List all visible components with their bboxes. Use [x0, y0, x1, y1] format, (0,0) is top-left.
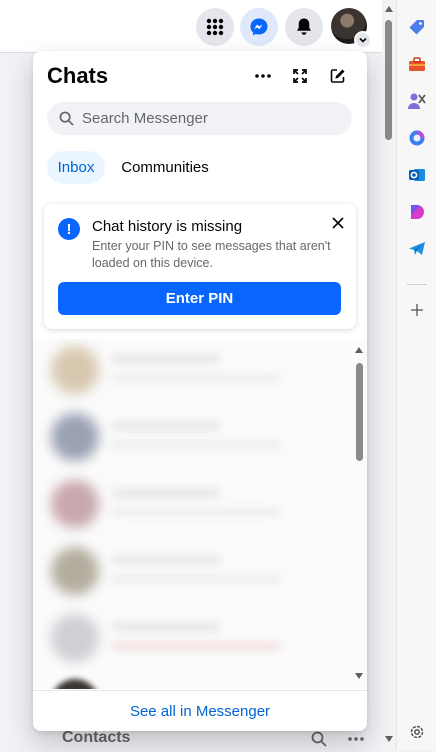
chat-preview-blurred	[111, 508, 281, 516]
people-icon	[408, 93, 426, 109]
tag-icon	[409, 20, 424, 35]
chat-name-blurred	[111, 622, 221, 632]
copilot-button[interactable]	[407, 128, 427, 148]
avatar	[51, 480, 99, 528]
browser-sidebar	[396, 0, 436, 750]
people-button[interactable]	[407, 91, 427, 111]
scroll-down-arrow-icon[interactable]	[385, 736, 393, 742]
list-item[interactable]	[51, 610, 351, 666]
send-button[interactable]	[407, 239, 427, 259]
messenger-search-box[interactable]	[47, 102, 352, 135]
drop-button[interactable]	[407, 202, 427, 222]
search-icon	[311, 731, 327, 747]
chat-name-blurred	[111, 354, 221, 364]
shopping-tag-button[interactable]	[407, 17, 427, 37]
avatar	[51, 614, 99, 662]
search-messenger-input[interactable]	[80, 109, 344, 128]
add-sidebar-app-button[interactable]	[407, 300, 427, 320]
plus-icon	[411, 304, 423, 316]
copilot-icon	[409, 130, 425, 146]
contacts-options-button[interactable]	[345, 731, 367, 747]
panel-footer: See all in Messenger	[33, 690, 367, 731]
notifications-button[interactable]	[285, 8, 323, 46]
toolbox-icon	[409, 57, 425, 71]
panel-title: Chats	[47, 63, 109, 88]
scroll-up-arrow-icon[interactable]	[355, 347, 363, 353]
info-icon: !	[58, 218, 80, 240]
telegram-icon	[409, 242, 425, 255]
scroll-up-arrow-icon[interactable]	[385, 6, 393, 12]
chat-name-blurred	[111, 488, 221, 498]
avatar	[51, 413, 99, 461]
list-item[interactable]	[51, 342, 351, 398]
sidebar-divider	[407, 284, 427, 285]
expand-icon	[293, 69, 307, 83]
top-navigation-bar	[0, 0, 382, 53]
list-item[interactable]	[51, 675, 351, 689]
new-message-button[interactable]	[326, 64, 350, 88]
list-item[interactable]	[51, 409, 351, 465]
alert-title: Chat history is missing	[92, 218, 243, 235]
sidebar-settings-button[interactable]	[407, 722, 427, 742]
page-scrollbar[interactable]	[382, 0, 396, 750]
list-item[interactable]	[51, 543, 351, 599]
chat-list-blurred[interactable]	[33, 339, 367, 689]
account-menu-chevron[interactable]	[354, 31, 372, 49]
messenger-button[interactable]	[240, 8, 278, 46]
chat-options-button[interactable]	[251, 64, 275, 88]
chat-preview-blurred	[111, 575, 281, 583]
chat-preview-blurred	[111, 374, 281, 382]
page-scrollbar-thumb[interactable]	[385, 20, 392, 140]
expand-messenger-button[interactable]	[288, 64, 312, 88]
scroll-down-arrow-icon[interactable]	[355, 673, 363, 679]
tab-inbox[interactable]: Inbox	[47, 151, 105, 184]
outlook-icon	[409, 169, 425, 181]
enter-pin-button[interactable]: Enter PIN	[58, 282, 341, 315]
tab-communities[interactable]: Communities	[115, 151, 215, 184]
gear-icon	[410, 725, 424, 739]
alert-close-button[interactable]	[328, 213, 348, 233]
chat-list-scrollbar-thumb[interactable]	[356, 363, 363, 461]
apps-grid-icon	[206, 18, 224, 36]
chat-name-blurred	[111, 421, 221, 431]
list-item[interactable]	[51, 476, 351, 532]
outlook-button[interactable]	[407, 165, 427, 185]
tools-button[interactable]	[407, 54, 427, 74]
avatar	[51, 346, 99, 394]
compose-icon	[330, 69, 345, 83]
chats-panel: Chats Inbox Communities ! Chat history i…	[33, 51, 367, 731]
messenger-icon	[250, 18, 268, 36]
search-icon	[59, 111, 74, 126]
menu-apps-button[interactable]	[196, 8, 234, 46]
avatar	[51, 679, 99, 689]
alert-message: Enter your PIN to see messages that aren…	[92, 239, 331, 270]
more-horizontal-icon	[255, 74, 271, 78]
chat-history-alert: ! Chat history is missing Enter your PIN…	[44, 204, 356, 329]
close-icon	[332, 217, 344, 229]
contacts-search-button[interactable]	[311, 731, 327, 747]
see-all-in-messenger-link[interactable]: See all in Messenger	[130, 703, 270, 720]
chat-preview-blurred	[111, 642, 281, 650]
avatar	[51, 547, 99, 595]
drop-icon	[411, 205, 424, 219]
bell-icon	[297, 18, 311, 35]
chat-preview-blurred	[111, 441, 281, 449]
chat-name-blurred	[111, 555, 221, 565]
chat-list-scrollbar[interactable]	[353, 339, 365, 681]
contacts-heading: Contacts	[62, 729, 131, 746]
chevron-down-icon	[359, 37, 367, 43]
more-horizontal-icon	[348, 737, 364, 741]
